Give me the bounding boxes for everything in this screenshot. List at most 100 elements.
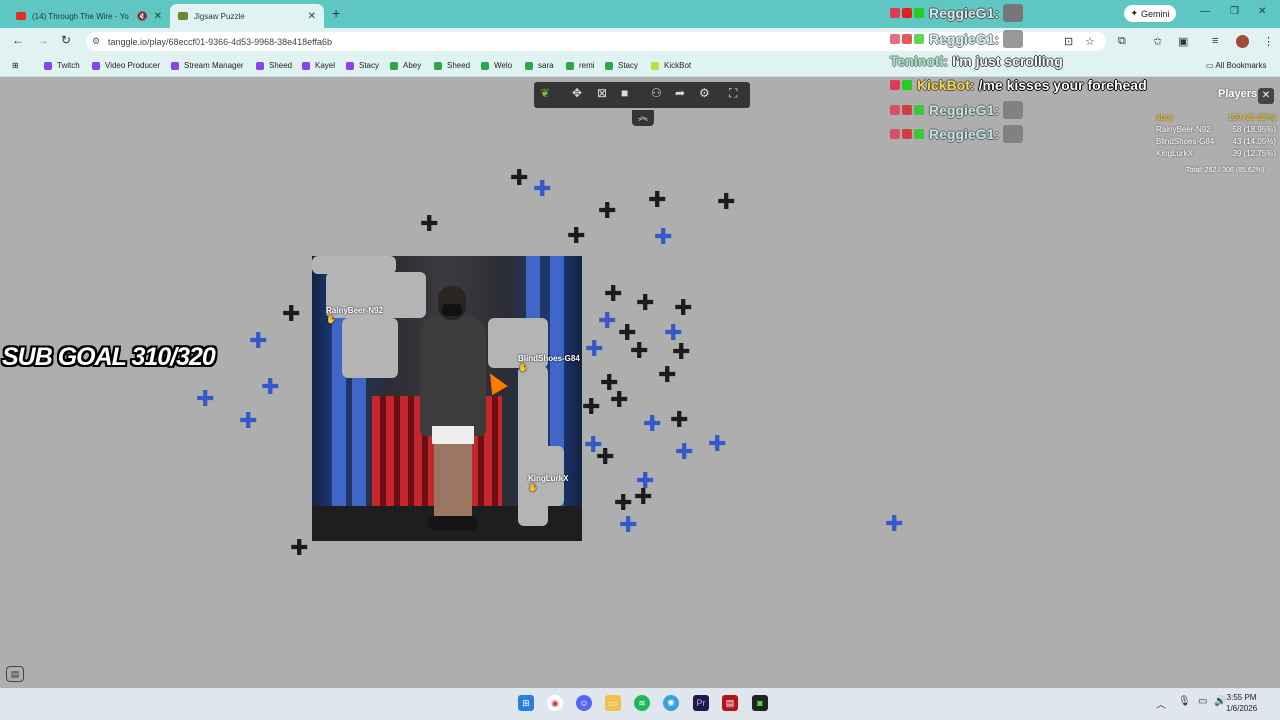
windows-start-icon[interactable]: ⊞	[518, 695, 534, 711]
kick-badge-icon	[914, 8, 924, 18]
tab-jigsaw[interactable]: Jigsaw Puzzle ✕	[170, 4, 324, 28]
bookmark-stacy-kick[interactable]: Stacy	[605, 61, 638, 70]
copilot-icon[interactable]: ✺	[663, 695, 679, 711]
puzzle-piece[interactable]: ✚	[717, 191, 735, 213]
puzzle-board[interactable]: RainyBeer-N92 ✋ BlindShoes-G84 ✋ KingLurkX…	[312, 256, 582, 541]
bookmark-stacy[interactable]: Stacy	[346, 61, 379, 70]
puzzle-piece[interactable]: ✚	[885, 513, 903, 535]
puzzle-piece[interactable]: ✚	[675, 441, 693, 463]
puzzle-piece[interactable]: ✚	[614, 492, 632, 514]
bookmark-kickbot[interactable]: KickBot	[651, 61, 691, 70]
kick-icon	[566, 61, 574, 70]
gear-icon[interactable]: ⚙	[699, 86, 710, 100]
premiere-icon[interactable]: Pr	[693, 695, 709, 711]
bookmark-remi[interactable]: remi	[566, 61, 595, 70]
close-window-icon[interactable]: ✕	[1258, 6, 1266, 17]
puzzle-piece[interactable]: ✚	[619, 514, 637, 536]
tray-overflow-icon[interactable]: ︿	[1156, 696, 1166, 711]
puzzle-piece[interactable]: ✚	[598, 200, 616, 222]
bookmark-video-producer[interactable]: Video Producer	[92, 61, 160, 70]
site-info-icon[interactable]: ⚙	[92, 36, 100, 47]
puzzle-piece[interactable]: ✚	[643, 413, 661, 435]
chat-user: ReggieG1:	[929, 102, 1000, 118]
tab-youtube[interactable]: (14) Through The Wire - Yo 🔇 ✕	[8, 4, 170, 28]
image-icon[interactable]: ⊠	[597, 86, 607, 100]
bookmark-stream-manager[interactable]: Stream Manager	[171, 61, 244, 70]
collapse-toolbar-button[interactable]: ︽	[632, 110, 654, 126]
player-name: abey	[1156, 113, 1174, 122]
bookmark-twitch[interactable]: Twitch	[44, 61, 80, 70]
spotify-icon[interactable]: ≋	[634, 695, 650, 711]
streamlabs-icon[interactable]: ▤	[722, 695, 738, 711]
puzzle-piece[interactable]: ✚	[674, 297, 692, 319]
discord-icon[interactable]: ☺	[576, 695, 592, 711]
bookmark-sheed-kick[interactable]: Sheed	[434, 61, 470, 70]
forward-icon[interactable]: →	[37, 33, 49, 47]
puzzle-piece[interactable]: ✚	[420, 213, 438, 235]
puzzle-piece[interactable]: ✚	[282, 303, 300, 325]
bookmark-sheed[interactable]: Sheed	[256, 61, 292, 70]
puzzle-icon[interactable]: ✥	[572, 86, 582, 100]
puzzle-piece[interactable]: ✚	[582, 396, 600, 418]
player-score: 43 (14.05%)	[1232, 137, 1276, 146]
puzzle-piece[interactable]: ✚	[598, 310, 616, 332]
puzzle-piece[interactable]: ✚	[708, 433, 726, 455]
square-icon[interactable]: ■	[621, 86, 628, 100]
bookmark-kayel[interactable]: Kayel	[302, 61, 335, 70]
profile-avatar[interactable]	[1236, 35, 1249, 48]
users-icon[interactable]: ⚇	[651, 86, 662, 100]
all-bookmarks[interactable]: ▭ All Bookmarks	[1206, 61, 1266, 70]
apps-icon[interactable]: ⊞	[12, 61, 19, 70]
puzzle-piece[interactable]: ✚	[239, 410, 257, 432]
emote-image	[1003, 30, 1024, 48]
kick-app-icon[interactable]: ◙	[752, 695, 768, 711]
network-icon[interactable]: ▭	[1198, 696, 1207, 707]
twitch-icon	[256, 61, 264, 70]
puzzle-piece[interactable]: ✚	[630, 340, 648, 362]
restore-icon[interactable]: ❐	[1230, 6, 1239, 17]
menu-icon[interactable]: ⋮	[1263, 35, 1274, 48]
close-tab-icon[interactable]: ✕	[154, 11, 162, 22]
mute-icon[interactable]: 🔇	[137, 11, 148, 22]
puzzle-piece[interactable]: ✚	[567, 225, 585, 247]
puzzle-piece[interactable]: ✚	[290, 537, 308, 559]
player-score: 58 (18.95%)	[1232, 125, 1276, 134]
bookmark-abey[interactable]: Abey	[390, 61, 421, 70]
puzzle-piece[interactable]: ✚	[654, 226, 672, 248]
media-icon[interactable]: ≡	[1212, 35, 1218, 47]
emote-image	[1003, 125, 1024, 143]
puzzle-piece[interactable]: ✚	[249, 330, 267, 352]
puzzle-piece[interactable]: ✚	[610, 389, 628, 411]
reload-icon[interactable]: ↻	[61, 33, 71, 47]
chat-bubble-icon[interactable]: ▤	[6, 666, 24, 682]
puzzle-piece[interactable]: ✚	[670, 409, 688, 431]
chrome-icon[interactable]: ◉	[547, 695, 563, 711]
bookmark-sara[interactable]: sara	[525, 61, 554, 70]
close-players-icon[interactable]: ✕	[1258, 88, 1274, 104]
puzzle-piece[interactable]: ✚	[604, 283, 622, 305]
close-tab-icon[interactable]: ✕	[308, 11, 316, 22]
puzzle-piece[interactable]: ✚	[672, 341, 690, 363]
puzzle-piece[interactable]: ✚	[658, 364, 676, 386]
puzzle-piece[interactable]: ✚	[533, 178, 551, 200]
bookmark-welo[interactable]: Welo	[481, 61, 512, 70]
bookmark-label: Stream Manager	[184, 61, 244, 70]
puzzle-piece[interactable]: ✚	[636, 292, 654, 314]
back-icon[interactable]: ←	[12, 33, 24, 47]
leaf-icon[interactable]: ❦	[540, 86, 550, 100]
puzzle-piece[interactable]: ✚	[596, 446, 614, 468]
puzzle-piece[interactable]: ✚	[261, 376, 279, 398]
volume-icon[interactable]: 🔊	[1214, 696, 1226, 707]
fullscreen-icon[interactable]: ⛶	[729, 86, 737, 101]
new-tab-button[interactable]: +	[332, 5, 340, 21]
chat-message: KickBot: /me kisses your forehead	[890, 77, 1210, 93]
microphone-icon[interactable]: 🎙	[1178, 696, 1191, 707]
share-icon[interactable]: ➦	[675, 86, 685, 100]
file-explorer-icon[interactable]: ▭	[605, 695, 621, 711]
puzzle-piece[interactable]: ✚	[634, 486, 652, 508]
puzzle-piece[interactable]: ✚	[585, 338, 603, 360]
system-clock[interactable]: 3:55 PM 1/6/2026	[1226, 692, 1257, 714]
puzzle-piece[interactable]: ✚	[510, 167, 528, 189]
puzzle-piece[interactable]: ✚	[196, 388, 214, 410]
puzzle-piece[interactable]: ✚	[648, 189, 666, 211]
